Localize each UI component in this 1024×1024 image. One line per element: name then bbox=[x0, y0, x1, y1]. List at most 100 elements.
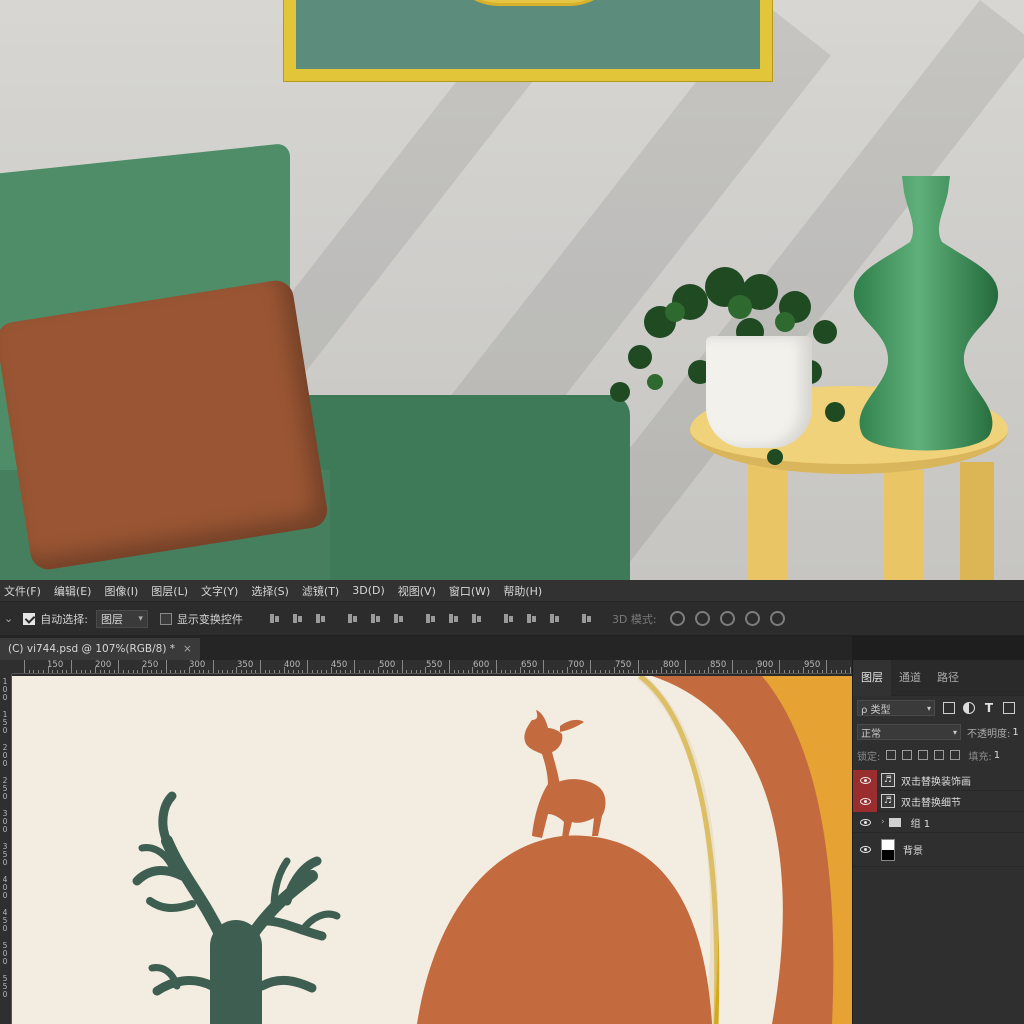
camera-3d-icon[interactable] bbox=[769, 611, 785, 626]
lock-all-icon[interactable] bbox=[950, 750, 961, 760]
ruler-tick-mark bbox=[203, 670, 205, 673]
ruler-tick-mark bbox=[807, 670, 809, 673]
fill-value[interactable]: 1 bbox=[994, 750, 1000, 761]
menu-window[interactable]: 窗口(W) bbox=[449, 583, 490, 599]
ruler-tick-mark bbox=[434, 670, 436, 673]
lock-artboard-icon[interactable] bbox=[934, 750, 945, 760]
filter-shape-icon[interactable] bbox=[1003, 702, 1015, 714]
distribute-bottom-icon[interactable] bbox=[470, 612, 483, 625]
ruler-tick-label: 200 bbox=[95, 660, 112, 670]
ruler-tick-mark bbox=[340, 670, 342, 673]
horizontal-ruler[interactable]: 150 200 250 300 350 400 450 500 550 600 … bbox=[12, 660, 852, 674]
ruler-tick-mark bbox=[689, 670, 691, 673]
menu-view[interactable]: 视图(V) bbox=[398, 583, 436, 599]
ruler-tick-mark bbox=[651, 670, 653, 673]
menu-edit[interactable]: 编辑(E) bbox=[54, 583, 92, 599]
ruler-tick-mark bbox=[359, 670, 361, 673]
ruler-tick-mark bbox=[670, 670, 672, 673]
ruler-tick-digit: 0 bbox=[2, 858, 8, 867]
visibility-toggle[interactable] bbox=[853, 833, 877, 867]
menu-image[interactable]: 图像(I) bbox=[104, 583, 138, 599]
menu-file[interactable]: 文件(F) bbox=[4, 583, 41, 599]
drag-3d-icon[interactable] bbox=[719, 611, 735, 626]
menu-type[interactable]: 文字(Y) bbox=[201, 583, 238, 599]
distribute-top-icon[interactable] bbox=[424, 612, 437, 625]
align-bottom-icon[interactable] bbox=[314, 612, 327, 625]
layer-row[interactable]: › 组 1 bbox=[853, 812, 1024, 833]
ruler-tick-mark bbox=[160, 670, 162, 673]
ruler-tick-mark bbox=[514, 670, 516, 673]
ruler-tick-mark bbox=[444, 670, 446, 673]
layer-row[interactable]: ♬ 双击替换装饰画 bbox=[853, 769, 1024, 791]
ruler-tick-mark bbox=[368, 670, 370, 673]
auto-select-checkbox[interactable] bbox=[23, 612, 36, 625]
layer-name: 组 1 bbox=[910, 818, 931, 830]
roll-3d-icon[interactable] bbox=[694, 611, 710, 626]
canvas-area[interactable] bbox=[12, 674, 852, 1024]
expand-group-icon[interactable]: › bbox=[881, 817, 885, 827]
visibility-toggle[interactable] bbox=[853, 790, 877, 812]
tab-channels[interactable]: 通道 bbox=[891, 660, 929, 696]
menu-help[interactable]: 帮助(H) bbox=[503, 583, 542, 599]
artboard[interactable] bbox=[12, 676, 852, 1024]
layer-filter-dropdown[interactable]: ρ 类型 ▾ bbox=[857, 700, 935, 716]
align-vcenter-icon[interactable] bbox=[291, 612, 304, 625]
ruler-tick-mark bbox=[590, 660, 592, 673]
ruler-tick-mark bbox=[500, 670, 502, 673]
opacity-value[interactable]: 1 bbox=[1012, 727, 1018, 738]
align-top-icon[interactable] bbox=[268, 612, 281, 625]
ruler-tick-mark bbox=[241, 670, 243, 673]
lock-position-icon[interactable] bbox=[918, 750, 929, 760]
visibility-toggle[interactable] bbox=[853, 812, 877, 833]
filter-type-icon[interactable]: T bbox=[983, 702, 995, 714]
ruler-tick-mark bbox=[415, 670, 417, 673]
distribute-left-icon[interactable] bbox=[502, 612, 515, 625]
auto-align-icon[interactable] bbox=[580, 612, 593, 625]
distribute-hcenter-icon[interactable] bbox=[525, 612, 538, 625]
layer-row[interactable]: ♬ 双击替换细节 bbox=[853, 790, 1024, 812]
ruler-tick-mark bbox=[344, 670, 346, 673]
ruler-tick-mark bbox=[845, 670, 847, 673]
menu-3d[interactable]: 3D(D) bbox=[352, 584, 385, 597]
ruler-tick-digit: 0 bbox=[2, 825, 8, 834]
ruler-tick-mark bbox=[614, 667, 615, 673]
document-tab[interactable]: (C) vi744.psd @ 107%(RGB/8) * × bbox=[0, 638, 200, 660]
distribute-right-icon[interactable] bbox=[548, 612, 561, 625]
lock-image-icon[interactable] bbox=[902, 750, 913, 760]
ruler-tick-mark bbox=[198, 670, 200, 673]
ruler-tick-mark bbox=[66, 670, 68, 673]
auto-select-dropdown[interactable]: 图层 ▾ bbox=[95, 609, 148, 628]
blend-mode-dropdown[interactable]: 正常 ▾ bbox=[857, 724, 961, 740]
ruler-tick-mark bbox=[316, 670, 318, 673]
ruler-tick-mark bbox=[755, 667, 757, 673]
align-right-icon[interactable] bbox=[392, 612, 405, 625]
vertical-ruler[interactable]: 100150200250300350400450500550 bbox=[0, 674, 12, 1024]
filter-adjustment-icon[interactable] bbox=[963, 702, 975, 714]
menu-filter[interactable]: 滤镜(T) bbox=[302, 583, 339, 599]
close-icon[interactable]: × bbox=[183, 643, 192, 655]
slide-3d-icon[interactable] bbox=[744, 611, 760, 626]
room-mockup-photo bbox=[0, 0, 1024, 580]
visibility-toggle[interactable] bbox=[853, 769, 877, 791]
align-hcenter-icon[interactable] bbox=[369, 612, 382, 625]
filter-pixel-icon[interactable] bbox=[943, 702, 955, 714]
menu-bar: 文件(F) 编辑(E) 图像(I) 图层(L) 文字(Y) 选择(S) 滤镜(T… bbox=[0, 580, 1024, 602]
orbit-3d-icon[interactable] bbox=[669, 611, 685, 626]
ruler-tick-label: 450 bbox=[331, 660, 348, 670]
ruler-tick-mark bbox=[94, 667, 96, 673]
layer-row[interactable]: 背景 bbox=[853, 833, 1024, 867]
ruler-tick-mark bbox=[665, 670, 667, 673]
ruler-tick-mark bbox=[264, 670, 266, 673]
ruler-tick-mark bbox=[604, 670, 606, 673]
menu-select[interactable]: 选择(S) bbox=[251, 583, 289, 599]
show-transform-checkbox[interactable] bbox=[159, 612, 172, 625]
lock-transparent-icon[interactable] bbox=[886, 750, 897, 760]
ruler-tick-mark bbox=[245, 670, 247, 673]
tab-paths[interactable]: 路径 bbox=[929, 660, 967, 696]
ruler-tick-mark bbox=[717, 670, 719, 673]
tab-layers[interactable]: 图层 bbox=[853, 659, 891, 696]
distribute-vcenter-icon[interactable] bbox=[447, 612, 460, 625]
tool-preset-chevron-icon[interactable]: ⌄ bbox=[4, 612, 13, 625]
menu-layer[interactable]: 图层(L) bbox=[151, 583, 188, 599]
align-left-icon[interactable] bbox=[346, 612, 359, 625]
